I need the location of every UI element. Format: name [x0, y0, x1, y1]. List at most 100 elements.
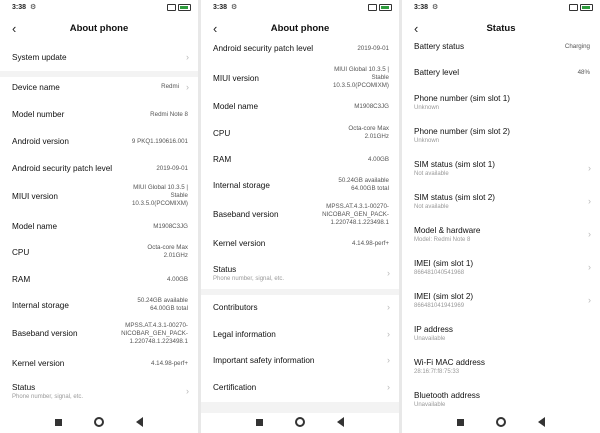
list-item-bluetooth-address: Bluetooth address Unavailable	[402, 389, 600, 413]
list-item-status[interactable]: Status Phone number, signal, etc. ›	[201, 260, 399, 286]
list-item-battery-status: Battery status Charging	[402, 40, 600, 56]
item-label: Status	[213, 265, 237, 274]
item-subtitle: 866481041941969	[414, 303, 465, 309]
list-item-miui-version[interactable]: MIUI version MIUI Global 10.3.5 | Stable…	[201, 64, 399, 94]
back-icon[interactable]	[538, 417, 545, 427]
settings-gear-icon: ⚙	[231, 4, 238, 11]
item-label: Model & hardware	[414, 226, 481, 235]
list-item-wifi-mac: Wi-Fi MAC address 28:16:7f:f8:75:33	[402, 356, 600, 382]
item-value: 4.14.98-perf+	[151, 360, 188, 367]
item-value: 4.14.98-perf+	[352, 240, 389, 247]
page-title: About phone	[69, 23, 129, 34]
item-subtitle: 28:16:7f:f8:75:33	[414, 369, 460, 375]
item-value: 4.00GB	[368, 156, 389, 163]
sim-icon	[569, 4, 578, 11]
list-item-sim-status-2[interactable]: SIM status (sim slot 2) Not available ›	[402, 191, 600, 217]
item-value: MPSS.AT.4.3.1-00270- NICOBAR_GEN_PACK- 1…	[322, 203, 389, 226]
page-title: Status	[486, 23, 516, 34]
status-screen: 3:38 ⚙ ‹ Status Battery status Charging …	[402, 0, 600, 433]
item-value: 50.24GB available 64.00GB total	[338, 177, 389, 192]
list-item-internal-storage: Internal storage 50.24GB available 64.00…	[201, 175, 399, 197]
navigation-bar	[201, 413, 399, 433]
item-label: Phone number (sim slot 1)	[414, 94, 511, 103]
item-subtitle: Not available	[414, 171, 449, 177]
item-label: Android security patch level	[213, 44, 314, 53]
list-item-android-version[interactable]: Android version 9 PKQ1.190616.001	[0, 133, 198, 151]
item-value: MPSS.AT.4.3.1-00270- NICOBAR_GEN_PACK- 1…	[121, 322, 188, 345]
about-phone-scrolled-screen: 3:38 ⚙ ‹ About phone Android security pa…	[201, 0, 399, 433]
list-item-baseband-version: Baseband version MPSS.AT.4.3.1-00270- NI…	[201, 201, 399, 229]
item-label: Kernel version	[12, 359, 65, 368]
home-icon[interactable]	[496, 417, 506, 427]
item-label: RAM	[213, 155, 232, 164]
recents-icon[interactable]	[256, 419, 263, 426]
clock: 3:38	[414, 4, 429, 11]
list-item-phone-number-2: Phone number (sim slot 2) Unknown	[402, 125, 600, 151]
item-value: 9 PKQ1.190616.001	[131, 138, 188, 145]
status-bar: 3:38 ⚙	[201, 0, 399, 16]
item-subtitle: Unavailable	[414, 336, 446, 342]
sim-icon	[167, 4, 176, 11]
chevron-right-icon: ›	[588, 163, 591, 173]
item-label: RAM	[12, 275, 31, 284]
header: ‹ About phone	[201, 17, 399, 43]
home-icon[interactable]	[295, 417, 305, 427]
item-label: Model name	[12, 222, 58, 231]
recents-icon[interactable]	[55, 419, 62, 426]
item-label: CPU	[213, 129, 231, 138]
item-label: Legal information	[213, 330, 276, 339]
item-label: Certification	[213, 383, 257, 392]
navigation-bar	[402, 413, 600, 433]
item-label: Wi-Fi MAC address	[414, 358, 485, 367]
list-item-kernel-version: Kernel version 4.14.98-perf+	[201, 236, 399, 254]
item-value: 4.00GB	[167, 276, 188, 283]
item-value: M1908C3JG	[153, 223, 188, 230]
item-label: Baseband version	[12, 329, 78, 338]
navigation-bar	[0, 413, 198, 433]
item-value: Redmi	[161, 83, 179, 90]
list-item-safety-information[interactable]: Important safety information ›	[201, 351, 399, 371]
item-label: Android security patch level	[12, 164, 113, 173]
list-item-sim-status-1[interactable]: SIM status (sim slot 1) Not available ›	[402, 158, 600, 184]
clock: 3:38	[213, 4, 228, 11]
item-value: M1908C3JG	[354, 103, 389, 110]
list-item-cpu: CPU Octa-core Max 2.01GHz	[201, 123, 399, 145]
list-item-phone-number-1: Phone number (sim slot 1) Unknown	[402, 92, 600, 118]
list-item-status[interactable]: Status Phone number, signal, etc. ›	[0, 378, 198, 404]
list-item-legal-information[interactable]: Legal information ›	[201, 325, 399, 345]
item-label: Kernel version	[213, 239, 266, 248]
back-icon[interactable]	[136, 417, 143, 427]
item-label: MIUI version	[213, 74, 259, 83]
item-label: Device name	[12, 83, 60, 92]
item-label: System update	[12, 53, 67, 62]
item-value: Charging	[564, 43, 590, 50]
list-item-imei-1[interactable]: IMEI (sim slot 1) 866481040541968 ›	[402, 257, 600, 283]
list-item-battery-level: Battery level 48%	[402, 65, 600, 83]
list-item-cpu: CPU Octa-core Max 2.01GHz	[0, 242, 198, 264]
list-item-miui-version[interactable]: MIUI version MIUI Global 10.3.5 | Stable…	[0, 182, 198, 212]
item-label: Important safety information	[213, 356, 315, 365]
list-item-model-hardware[interactable]: Model & hardware Model: Redmi Note 8 ›	[402, 224, 600, 250]
item-label: Bluetooth address	[414, 391, 480, 400]
chevron-right-icon: ›	[387, 302, 390, 312]
item-label: Internal storage	[213, 181, 270, 190]
status-bar: 3:38 ⚙	[402, 0, 600, 16]
battery-icon	[580, 4, 593, 11]
sim-icon	[368, 4, 377, 11]
list-item-certification[interactable]: Certification ›	[201, 378, 399, 398]
list-item-system-update[interactable]: System update ›	[0, 48, 198, 68]
chevron-right-icon: ›	[588, 262, 591, 272]
list-item-kernel-version: Kernel version 4.14.98-perf+	[0, 355, 198, 373]
settings-gear-icon: ⚙	[432, 4, 439, 11]
list-item-contributors[interactable]: Contributors ›	[201, 298, 399, 318]
list-item-device-name[interactable]: Device name Redmi ›	[0, 79, 198, 97]
item-label: Model number	[12, 110, 65, 119]
back-icon[interactable]	[337, 417, 344, 427]
recents-icon[interactable]	[457, 419, 464, 426]
item-label: CPU	[12, 248, 30, 257]
home-icon[interactable]	[94, 417, 104, 427]
list-item-ram: RAM 4.00GB	[0, 271, 198, 289]
list-item-imei-2[interactable]: IMEI (sim slot 2) 866481041941969 ›	[402, 290, 600, 316]
item-label: SIM status (sim slot 1)	[414, 160, 495, 169]
list-item-baseband-version: Baseband version MPSS.AT.4.3.1-00270- NI…	[0, 320, 198, 348]
